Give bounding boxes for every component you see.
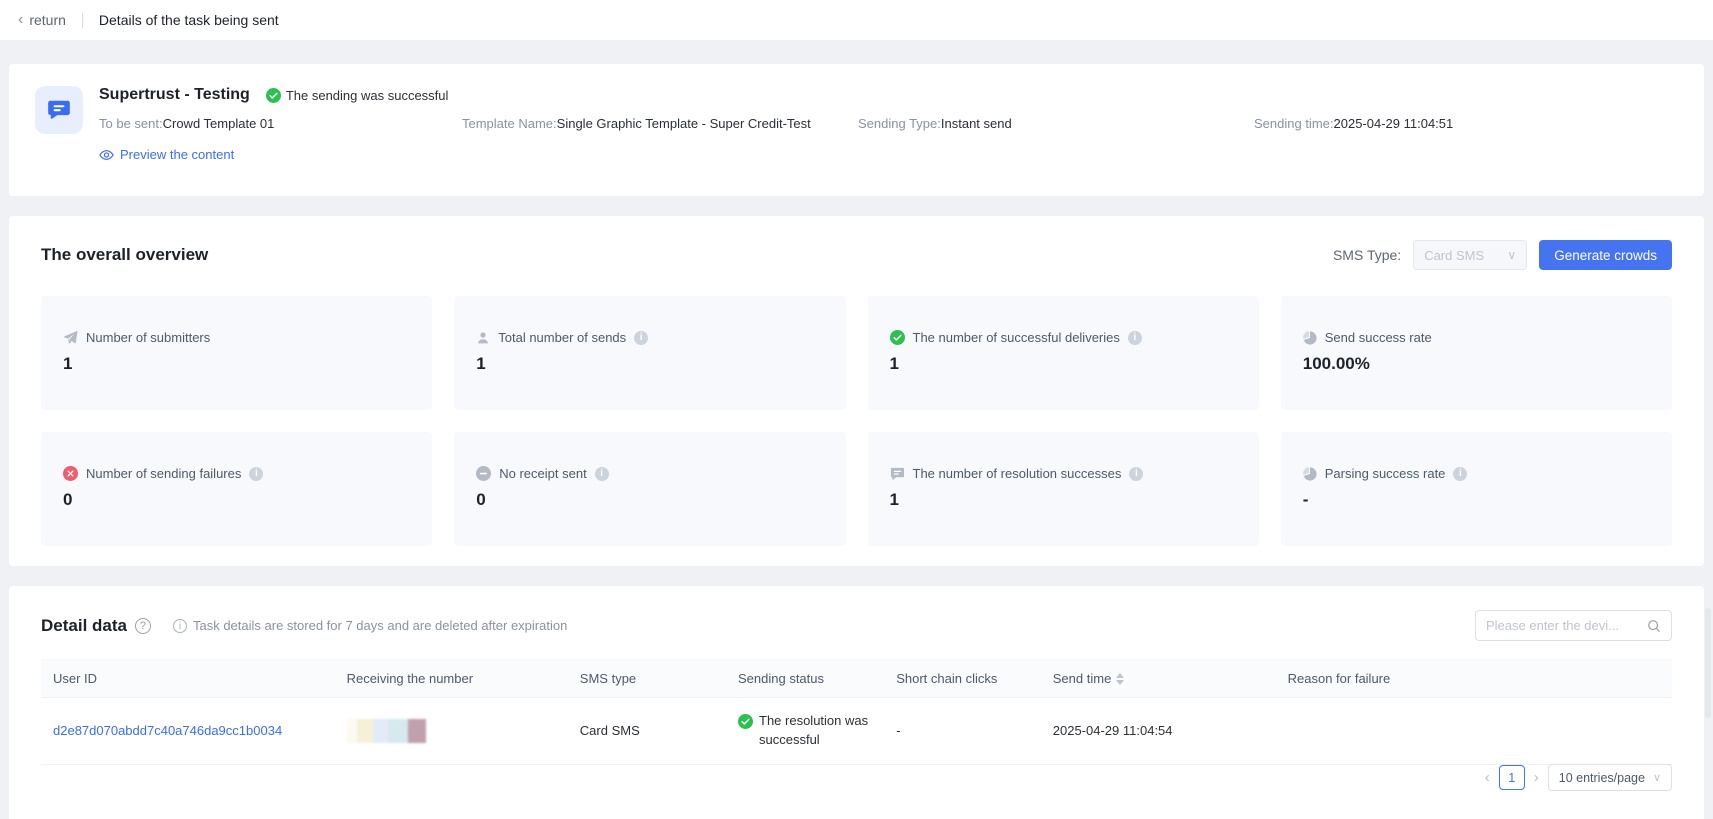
task-status-badge: The sending was successful [265, 87, 449, 103]
detail-data-card: Detail data Task details are stored for … [9, 586, 1704, 819]
col-user-id: User ID [41, 659, 335, 698]
stat-card-parsing-success-rate: Parsing success rate - [1280, 432, 1672, 546]
col-sms-type: SMS type [567, 659, 726, 698]
stat-card-total-sends: Total number of sends 1 [454, 296, 846, 410]
stat-value: 0 [63, 490, 73, 509]
stat-value: - [1302, 490, 1309, 509]
search-input[interactable] [1486, 618, 1647, 633]
search-icon[interactable] [1647, 619, 1661, 633]
col-send-time: Send time [1040, 659, 1276, 698]
field-template-name: Template Name:Single Graphic Template - … [462, 116, 811, 131]
info-icon[interactable] [1127, 330, 1142, 345]
stat-card-resolution-successes: The number of resolution successes 1 [867, 432, 1259, 546]
check-circle-icon [889, 330, 905, 345]
stat-value: 0 [476, 490, 486, 509]
stat-card-sending-failures: Number of sending failures 0 [41, 432, 433, 546]
status-text: The resolution was successful [759, 713, 869, 747]
page-size-select[interactable]: 10 entries/page ∨ [1547, 764, 1672, 791]
cell-sms-type: Card SMS [567, 697, 726, 765]
stat-card-submitters: Number of submitters 1 [41, 296, 433, 410]
stat-grid: Number of submitters 1 Total number of s… [41, 296, 1672, 546]
detail-table: User ID Receiving the number SMS type Se… [41, 659, 1672, 765]
pie-icon [1302, 466, 1317, 481]
page-title: Details of the task being sent [98, 12, 279, 28]
stat-value: 1 [889, 354, 899, 373]
stat-card-send-success-rate: Send success rate 100.00% [1280, 296, 1672, 410]
stat-value: 100.00% [1302, 354, 1370, 373]
pie-icon [1302, 330, 1317, 345]
overall-overview-card: The overall overview SMS Type: Card SMS … [9, 216, 1704, 566]
cell-short-chain-clicks: - [884, 697, 1041, 765]
cell-reason-for-failure [1275, 697, 1672, 765]
top-bar: ‹ return Details of the task being sent [0, 0, 1713, 40]
cell-send-time: 2025-04-29 11:04:54 [1040, 697, 1276, 765]
stat-card-successful-deliveries: The number of successful deliveries 1 [867, 296, 1259, 410]
chat-icon [890, 467, 904, 480]
info-icon[interactable] [1453, 466, 1468, 481]
message-icon [35, 86, 83, 134]
pagination: ‹ 1 › 10 entries/page ∨ [1485, 764, 1672, 791]
stat-value: 1 [63, 354, 73, 373]
return-button[interactable]: ‹ return [18, 11, 66, 29]
stat-value: 1 [476, 354, 486, 373]
field-sending-time: Sending time:2025-04-29 11:04:51 [1254, 116, 1454, 131]
col-short-chain-clicks: Short chain clicks [884, 659, 1041, 698]
field-sending-type: Sending Type:Instant send [858, 116, 1012, 131]
next-page-button[interactable]: › [1534, 770, 1539, 785]
sms-type-label: SMS Type: [1332, 247, 1402, 263]
user-icon [478, 331, 489, 343]
col-receiving-number: Receiving the number [334, 659, 568, 698]
preview-content-link[interactable]: Preview the content [99, 147, 234, 162]
retention-notice: Task details are stored for 7 days and a… [172, 618, 567, 633]
close-circle-icon [63, 466, 78, 481]
check-circle-icon [738, 714, 753, 729]
table-header-row: User ID Receiving the number SMS type Se… [41, 659, 1672, 698]
eye-icon [99, 149, 114, 160]
question-circle-icon[interactable] [134, 617, 151, 634]
info-icon[interactable] [634, 330, 649, 345]
info-icon[interactable] [594, 466, 609, 481]
chevron-left-icon: ‹ [18, 11, 24, 28]
scrollbar-thumb[interactable] [1705, 608, 1711, 718]
detail-title: Detail data [41, 615, 127, 635]
redacted-phone-number [346, 718, 558, 743]
info-icon[interactable] [1129, 466, 1144, 481]
user-id-link[interactable]: d2e87d070abdd7c40a746da9cc1b0034 [53, 723, 282, 738]
generate-crowds-button[interactable]: Generate crowds [1539, 240, 1672, 270]
chevron-down-icon: ∨ [1507, 248, 1517, 262]
field-to-be-sent: To be sent:Crowd Template 01 [99, 116, 275, 131]
table-row: d2e87d070abdd7c40a746da9cc1b0034 Card SM… [41, 697, 1672, 765]
col-reason-for-failure: Reason for failure [1275, 659, 1672, 698]
task-status-text: The sending was successful [285, 87, 449, 103]
search-box [1475, 610, 1672, 641]
send-time-sort[interactable]: Send time [1053, 671, 1125, 686]
stat-card-no-receipt: No receipt sent 0 [454, 432, 846, 546]
task-header-card: Supertrust - Testing The sending was suc… [9, 64, 1704, 196]
info-icon[interactable] [249, 466, 264, 481]
chevron-down-icon: ∨ [1652, 772, 1661, 784]
task-fields: To be sent:Crowd Template 01 Template Na… [99, 116, 1674, 131]
stat-value: 1 [889, 490, 899, 509]
overview-title: The overall overview [41, 245, 209, 264]
sms-type-select[interactable]: Card SMS ∨ [1413, 240, 1528, 270]
page-number-button[interactable]: 1 [1498, 765, 1525, 790]
sort-carets-icon [1116, 672, 1125, 685]
task-title: Supertrust - Testing [99, 86, 250, 103]
minus-circle-icon [476, 466, 492, 481]
check-circle-icon [265, 87, 281, 103]
col-sending-status: Sending status [726, 659, 885, 698]
topbar-divider [81, 12, 83, 28]
prev-page-button[interactable]: ‹ [1485, 770, 1490, 785]
paper-plane-icon [64, 331, 78, 344]
info-outline-icon [172, 618, 187, 633]
return-label: return [29, 12, 66, 28]
status-cell: The resolution was successful [738, 712, 874, 750]
